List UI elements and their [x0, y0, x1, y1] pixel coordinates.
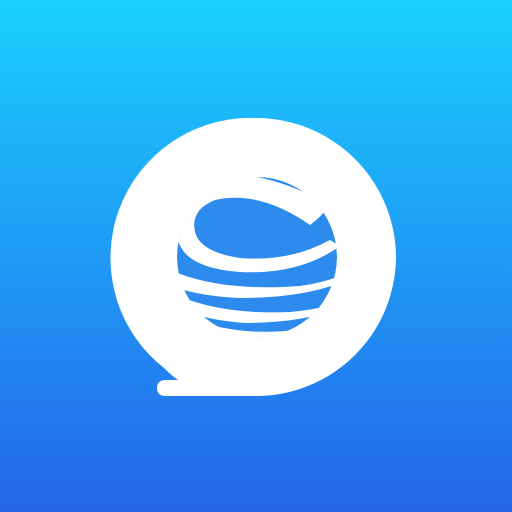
chat-bubble-globe-icon	[110, 117, 396, 397]
app-icon[interactable]	[0, 0, 512, 512]
